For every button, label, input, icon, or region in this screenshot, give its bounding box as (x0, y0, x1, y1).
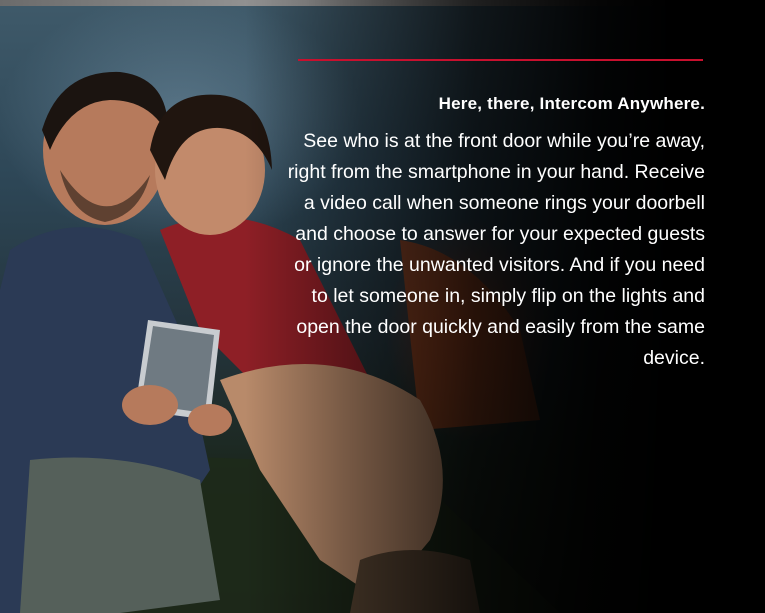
accent-divider (298, 59, 703, 61)
feature-text: Here, there, Intercom Anywhere. See who … (285, 92, 705, 374)
feature-body: See who is at the front door while you’r… (287, 130, 705, 369)
feature-headline: Here, there, Intercom Anywhere. (438, 94, 705, 113)
feature-panel: Here, there, Intercom Anywhere. See who … (0, 0, 765, 613)
